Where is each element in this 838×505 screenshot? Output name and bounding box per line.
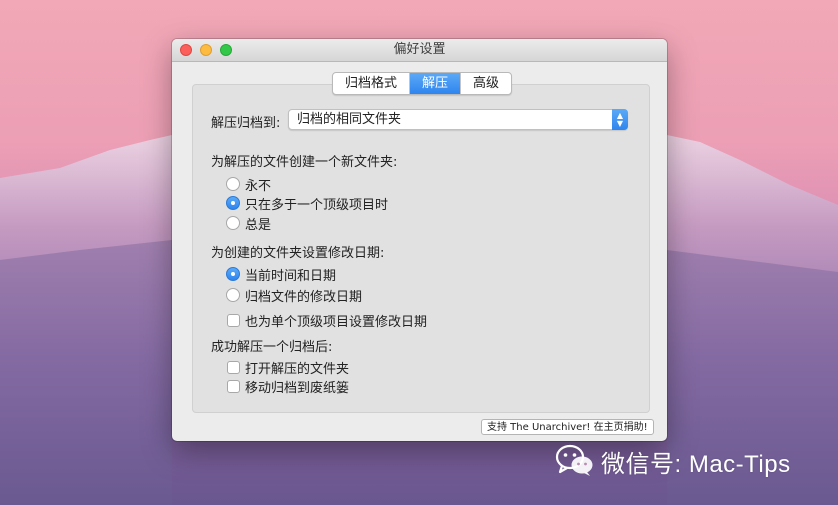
checkbox-open-folder-label[interactable]: 打开解压的文件夹: [245, 358, 349, 377]
checkbox-move-to-trash[interactable]: [227, 380, 240, 393]
title-bar[interactable]: 偏好设置: [172, 39, 667, 62]
tab-bar: 归档格式 解压 高级: [332, 72, 513, 95]
radio-always-label[interactable]: 总是: [245, 214, 271, 233]
radio-never[interactable]: [226, 177, 240, 191]
checkbox-open-folder[interactable]: [227, 361, 240, 374]
popup-arrows-icon: ▲ ▼: [612, 109, 628, 130]
tab-advanced[interactable]: 高级: [460, 73, 511, 94]
preferences-window: 偏好设置 归档格式 解压 高级 解压归档到: 归档的相同文件夹 ▲ ▼ 为解压的文…: [172, 39, 667, 441]
radio-multiple-top-items[interactable]: [226, 196, 240, 210]
radio-archive-date[interactable]: [226, 288, 240, 302]
tab-archive-formats[interactable]: 归档格式: [333, 73, 409, 94]
watermark-text: 微信号: Mac-Tips: [601, 450, 791, 478]
checkbox-single-item-date-label[interactable]: 也为单个顶级项目设置修改日期: [245, 311, 427, 330]
extract-to-popup[interactable]: 归档的相同文件夹 ▲ ▼: [288, 109, 628, 130]
radio-current-date-label[interactable]: 当前时间和日期: [245, 265, 336, 284]
after-extract-label: 成功解压一个归档后:: [211, 340, 333, 355]
radio-never-label[interactable]: 永不: [245, 175, 271, 194]
tab-extraction[interactable]: 解压: [409, 73, 461, 94]
extract-to-value: 归档的相同文件夹: [297, 112, 402, 127]
new-folder-label: 为解压的文件创建一个新文件夹:: [211, 155, 398, 170]
wechat-watermark: 微信号: Mac-Tips: [555, 443, 791, 479]
radio-always[interactable]: [226, 216, 240, 230]
checkbox-move-to-trash-label[interactable]: 移动归档到废纸篓: [245, 377, 349, 396]
radio-archive-date-label[interactable]: 归档文件的修改日期: [245, 286, 362, 305]
window-title: 偏好设置: [393, 42, 446, 57]
mod-date-label: 为创建的文件夹设置修改日期:: [211, 246, 385, 261]
radio-current-date[interactable]: [226, 267, 240, 281]
extract-to-label: 解压归档到:: [211, 116, 281, 131]
donate-button[interactable]: 支持 The Unarchiver! 在主页捐助!: [481, 419, 654, 435]
wechat-icon: [555, 444, 593, 476]
radio-multiple-top-items-label[interactable]: 只在多于一个顶级项目时: [245, 194, 388, 213]
checkbox-single-item-date[interactable]: [227, 314, 240, 327]
